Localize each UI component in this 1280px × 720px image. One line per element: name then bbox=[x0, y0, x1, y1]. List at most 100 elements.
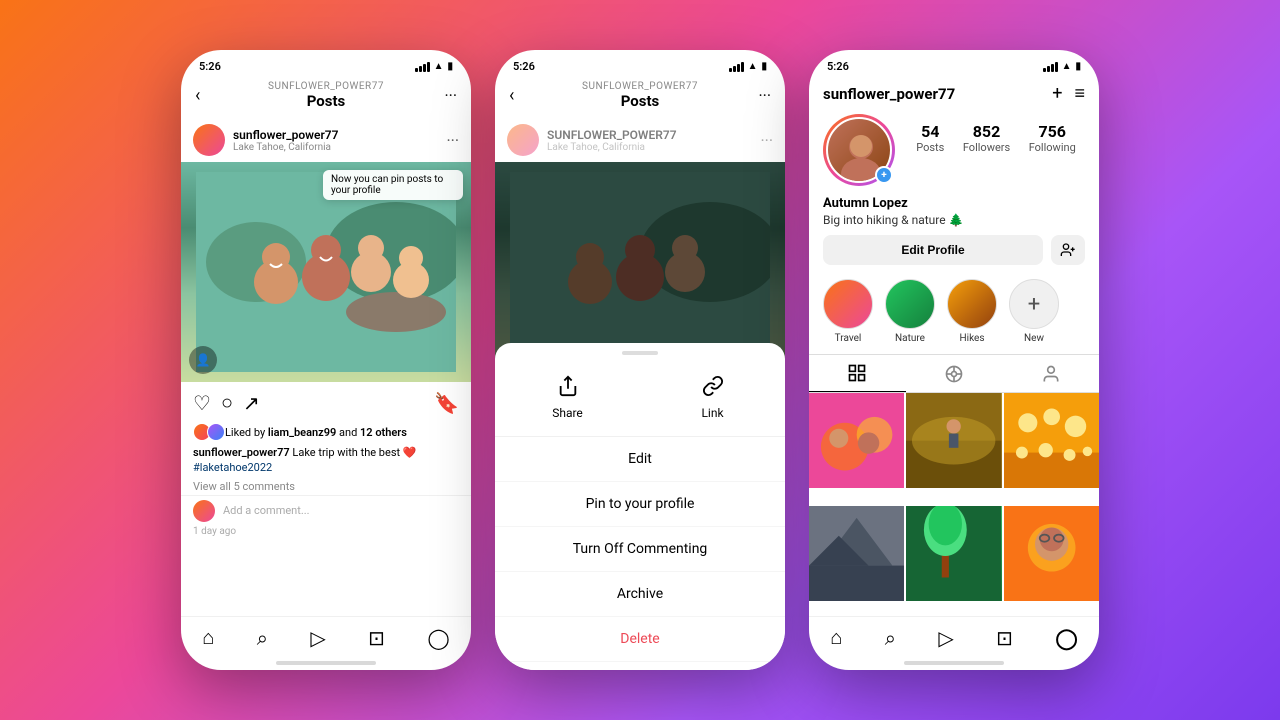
grid-cell-6[interactable] bbox=[1004, 506, 1099, 601]
modal-sheet: Share Link Edit Pin to your profile Turn… bbox=[495, 343, 785, 670]
nav-home-3[interactable]: ⌂ bbox=[830, 625, 842, 650]
caption-hashtag[interactable]: #laketahoe2022 bbox=[193, 461, 272, 474]
highlight-nature-circle bbox=[885, 279, 935, 329]
turn-off-commenting-item[interactable]: Turn Off Commenting bbox=[495, 527, 785, 572]
bookmark-button[interactable]: 🔖 bbox=[434, 391, 459, 415]
share-button[interactable]: ↗ bbox=[243, 391, 260, 415]
wifi-icon: ▲ bbox=[434, 61, 444, 72]
time-1: 5:26 bbox=[199, 60, 221, 73]
nav-profile-3[interactable]: ◯ bbox=[1055, 626, 1077, 650]
status-icons-2: ▲ ▮ bbox=[729, 61, 767, 72]
phone-1: 5:26 ▲ ▮ ‹ SUNFLOWER_POWER77 Posts ··· s… bbox=[181, 50, 471, 670]
nav-reels-1[interactable]: ▷ bbox=[310, 626, 325, 650]
more-button-1[interactable]: ··· bbox=[444, 86, 457, 105]
nav-search-1[interactable]: ⌕ bbox=[257, 626, 268, 650]
modal-action-row: Share Link bbox=[495, 367, 785, 437]
time-2: 5:26 bbox=[513, 60, 535, 73]
add-post-button[interactable]: + bbox=[1052, 83, 1062, 104]
highlight-hikes[interactable]: Hikes bbox=[947, 279, 997, 344]
stat-following[interactable]: 756 Following bbox=[1029, 122, 1076, 154]
tab-reels[interactable] bbox=[906, 355, 1003, 392]
post-user-info: sunflower_power77 Lake Tahoe, California bbox=[233, 128, 438, 153]
stat-followers[interactable]: 852 Followers bbox=[963, 122, 1010, 154]
modal-handle bbox=[622, 351, 658, 355]
profile-plus-badge[interactable]: + bbox=[875, 166, 893, 184]
profile-stats: 54 Posts 852 Followers 756 Following bbox=[907, 114, 1085, 154]
view-comments[interactable]: View all 5 comments bbox=[181, 480, 471, 495]
share-label: Share bbox=[552, 406, 583, 420]
link-icon bbox=[702, 375, 724, 402]
highlight-hikes-label: Hikes bbox=[960, 333, 985, 344]
tab-tagged[interactable] bbox=[1002, 355, 1099, 392]
share-action-btn[interactable]: Share bbox=[495, 375, 640, 420]
add-person-button[interactable] bbox=[1051, 235, 1085, 265]
status-bar-1: 5:26 ▲ ▮ bbox=[181, 50, 471, 77]
highlight-nature[interactable]: Nature bbox=[885, 279, 935, 344]
menu-button[interactable]: ≡ bbox=[1074, 83, 1085, 104]
posts-count: 54 bbox=[916, 122, 944, 141]
profile-desc: Big into hiking & nature 🌲 bbox=[823, 213, 1085, 227]
nav-reels-3[interactable]: ▷ bbox=[938, 626, 953, 650]
nav-home-1[interactable]: ⌂ bbox=[202, 625, 214, 650]
link-action-btn[interactable]: Link bbox=[640, 375, 785, 420]
comment-avatar bbox=[193, 500, 215, 522]
grid-cell-1[interactable] bbox=[809, 393, 904, 488]
home-indicator-1 bbox=[181, 656, 471, 670]
post-photo-svg bbox=[196, 172, 456, 372]
delete-menu-item[interactable]: Delete bbox=[495, 617, 785, 662]
back-button-1[interactable]: ‹ bbox=[195, 85, 200, 106]
grid-icon bbox=[847, 363, 867, 383]
caption-username: sunflower_power77 bbox=[193, 446, 290, 459]
grid-cell-5[interactable] bbox=[906, 506, 1001, 601]
nav-search-3[interactable]: ⌕ bbox=[885, 626, 896, 650]
highlight-new-label: New bbox=[1024, 333, 1044, 344]
liked-avatars bbox=[193, 423, 221, 441]
edit-profile-button[interactable]: Edit Profile bbox=[823, 235, 1043, 265]
liked-avatar-2 bbox=[207, 423, 225, 441]
post-username-2: SUNFLOWER_POWER77 bbox=[547, 128, 752, 142]
highlight-new-circle: + bbox=[1009, 279, 1059, 329]
back-button-2[interactable]: ‹ bbox=[509, 85, 514, 106]
post-likes: Liked by liam_beanz99 and 12 others bbox=[181, 423, 471, 445]
header-username-label-1: SUNFLOWER_POWER77 bbox=[268, 81, 384, 92]
grid-cell-3[interactable] bbox=[1004, 393, 1099, 488]
post-image-1: Now you can pin posts to your profile 👤 bbox=[181, 162, 471, 382]
battery-icon: ▮ bbox=[447, 61, 453, 72]
post-user-info-2: SUNFLOWER_POWER77 Lake Tahoe, California bbox=[547, 128, 752, 153]
caption-text: Lake trip with the best ❤️ bbox=[292, 446, 416, 459]
tab-grid[interactable] bbox=[809, 355, 906, 392]
posts-header-1: ‹ SUNFLOWER_POWER77 Posts ··· bbox=[181, 77, 471, 118]
grid-cell-2[interactable] bbox=[906, 393, 1001, 488]
nav-shop-1[interactable]: ⊡ bbox=[368, 626, 385, 650]
like-button[interactable]: ♡ bbox=[193, 391, 211, 415]
profile-bio: Autumn Lopez Big into hiking & nature 🌲 bbox=[809, 196, 1099, 235]
grid-cell-4[interactable] bbox=[809, 506, 904, 601]
share-icon bbox=[557, 375, 579, 402]
post-avatar-1[interactable] bbox=[193, 124, 225, 156]
bottom-nav-3: ⌂ ⌕ ▷ ⊡ ◯ bbox=[809, 616, 1099, 656]
status-icons-3: ▲ ▮ bbox=[1043, 61, 1081, 72]
post-location-2: Lake Tahoe, California bbox=[547, 142, 752, 153]
edit-menu-item[interactable]: Edit bbox=[495, 437, 785, 482]
post-options-1[interactable]: ··· bbox=[446, 131, 459, 150]
archive-menu-item[interactable]: Archive bbox=[495, 572, 785, 617]
highlight-new[interactable]: + New bbox=[1009, 279, 1059, 344]
nav-profile-1[interactable]: ◯ bbox=[427, 626, 449, 650]
comment-placeholder[interactable]: Add a comment... bbox=[223, 504, 310, 517]
header-username-label-2: SUNFLOWER_POWER77 bbox=[582, 81, 698, 92]
comment-button[interactable]: ○ bbox=[221, 390, 233, 415]
location-icon[interactable]: 👤 bbox=[189, 346, 217, 374]
status-bar-3: 5:26 ▲ ▮ bbox=[809, 50, 1099, 77]
highlight-travel[interactable]: Travel bbox=[823, 279, 873, 344]
battery-icon-2: ▮ bbox=[761, 61, 767, 72]
header-title-wrap-2: SUNFLOWER_POWER77 Posts bbox=[582, 81, 698, 110]
post-user-row-2: SUNFLOWER_POWER77 Lake Tahoe, California… bbox=[495, 118, 785, 162]
pin-menu-item[interactable]: Pin to your profile bbox=[495, 482, 785, 527]
signal-icon-2 bbox=[729, 62, 744, 72]
stat-posts[interactable]: 54 Posts bbox=[916, 122, 944, 154]
more-button-2[interactable]: ··· bbox=[758, 86, 771, 105]
timestamp: 1 day ago bbox=[181, 526, 471, 541]
highlights-row: Travel Nature Hikes + New bbox=[809, 275, 1099, 354]
nav-shop-3[interactable]: ⊡ bbox=[996, 626, 1013, 650]
post-username-1: sunflower_power77 bbox=[233, 128, 438, 142]
